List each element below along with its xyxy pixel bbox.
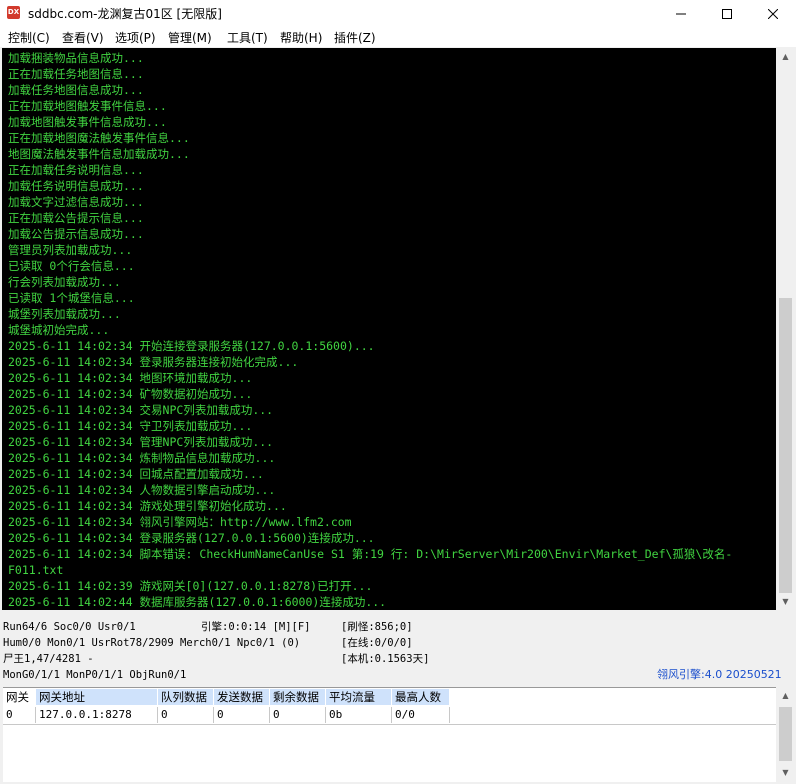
status-boss: 尸王1,47/4281 - xyxy=(3,653,94,665)
log-line: 已读取 1个城堡信息... xyxy=(8,291,135,305)
log-line: F011.txt xyxy=(8,563,64,577)
log-line: 2025-6-11 14:02:34 开始连接登录服务器(127.0.0.1:5… xyxy=(8,339,375,353)
log-line: 地图魔法触发事件信息加载成功... xyxy=(8,147,190,161)
log-scrollbar[interactable]: ▲ ▼ xyxy=(777,48,794,610)
menu-view[interactable]: 查看(V) xyxy=(62,29,104,46)
minimize-icon xyxy=(676,13,686,14)
scroll-down-icon[interactable]: ▼ xyxy=(777,593,794,610)
table-scrollbar[interactable]: ▲ ▼ xyxy=(777,687,794,781)
col-avg-flow[interactable]: 平均流量 xyxy=(326,689,392,705)
status-run: Run64/6 Soc0/0 Usr0/1 xyxy=(3,621,136,633)
log-line: 2025-6-11 14:02:34 矿物数据初始成功... xyxy=(8,387,253,401)
log-line: 加载捆装物品信息成功... xyxy=(8,51,144,65)
minimize-button[interactable] xyxy=(658,0,704,27)
log-line: 2025-6-11 14:02:34 管理NPC列表加载成功... xyxy=(8,435,274,449)
status-uptime: [本机:0.1563天] xyxy=(341,653,430,665)
log-line: 已读取 0个行会信息... xyxy=(8,259,135,273)
menu-options[interactable]: 选项(P) xyxy=(115,29,156,46)
menu-manage[interactable]: 管理(M) xyxy=(168,29,212,46)
cell-max-users: 0/0 xyxy=(392,707,450,723)
maximize-icon xyxy=(722,8,732,19)
cell-queue: 0 xyxy=(158,707,214,723)
log-line: 2025-6-11 14:02:34 登录服务器连接初始化完成... xyxy=(8,355,299,369)
scrollbar-thumb[interactable] xyxy=(779,707,792,761)
log-line: 加载文字过滤信息成功... xyxy=(8,195,144,209)
log-line: 2025-6-11 14:02:34 守卫列表加载成功... xyxy=(8,419,253,433)
app-icon: DX xyxy=(7,6,20,19)
log-line: 正在加载地图触发事件信息... xyxy=(8,99,167,113)
log-line: 加载任务地图信息成功... xyxy=(8,83,144,97)
cell-sent: 0 xyxy=(214,707,270,723)
menu-tools[interactable]: 工具(T) xyxy=(227,29,268,46)
log-line: 管理员列表加载成功... xyxy=(8,243,133,257)
menu-plugins[interactable]: 插件(Z) xyxy=(334,29,376,46)
gate-table: 网关 网关地址 队列数据 发送数据 剩余数据 平均流量 最高人数 0 127.0… xyxy=(3,687,776,782)
cell-gate: 0 xyxy=(3,707,36,723)
log-line: 城堡列表加载成功... xyxy=(8,307,121,321)
log-line: 2025-6-11 14:02:44 数据库服务器(127.0.0.1:6000… xyxy=(8,595,387,609)
close-button[interactable] xyxy=(750,0,796,27)
log-line: 加载公告提示信息成功... xyxy=(8,227,144,241)
col-gate-address[interactable]: 网关地址 xyxy=(36,689,158,705)
log-line: 城堡城初始完成... xyxy=(8,323,110,337)
cell-remaining: 0 xyxy=(270,707,326,723)
log-line: 行会列表加载成功... xyxy=(8,275,121,289)
log-line: 2025-6-11 14:02:34 交易NPC列表加载成功... xyxy=(8,403,274,417)
maximize-button[interactable] xyxy=(704,0,750,27)
log-line: 2025-6-11 14:02:34 炼制物品信息加载成功... xyxy=(8,451,276,465)
log-line: 正在加载任务地图信息... xyxy=(8,67,144,81)
scroll-down-icon[interactable]: ▼ xyxy=(777,764,794,781)
log-line: 2025-6-11 14:02:34 人物数据引擎启动成功... xyxy=(8,483,276,497)
scrollbar-thumb[interactable] xyxy=(779,298,792,593)
log-line: 2025-6-11 14:02:39 游戏网关[0](127.0.0.1:827… xyxy=(8,579,373,593)
log-line: 2025-6-11 14:02:34 地图环境加载成功... xyxy=(8,371,253,385)
log-line: 2025-6-11 14:02:34 回城点配置加载成功... xyxy=(8,467,264,481)
log-line: 2025-6-11 14:02:34 翎风引擎网站：http://www.lfm… xyxy=(8,515,352,529)
log-console[interactable]: 加载捆装物品信息成功... 正在加载任务地图信息... 加载任务地图信息成功... 正… xyxy=(2,48,776,610)
status-spawn: [刷怪:856;0] xyxy=(341,621,413,633)
window-title: sddbc.com-龙渊复古01区 [无限版] xyxy=(28,7,222,21)
col-sent[interactable]: 发送数据 xyxy=(214,689,270,705)
log-line: 2025-6-11 14:02:34 登录服务器(127.0.0.1:5600)… xyxy=(8,531,375,545)
status-online: [在线:0/0/0] xyxy=(341,637,413,649)
log-line: 正在加载任务说明信息... xyxy=(8,163,144,177)
col-remaining[interactable]: 剩余数据 xyxy=(270,689,326,705)
scroll-up-icon[interactable]: ▲ xyxy=(777,48,794,65)
menu-help[interactable]: 帮助(H) xyxy=(280,29,322,46)
log-line: 正在加载公告提示信息... xyxy=(8,211,144,225)
col-queue[interactable]: 队列数据 xyxy=(158,689,214,705)
cell-gate-address: 127.0.0.1:8278 xyxy=(36,707,158,723)
status-hum: Hum0/0 Mon0/1 UsrRot78/2909 Merch0/1 Npc… xyxy=(3,637,301,649)
log-line: 正在加载地图魔法触发事件信息... xyxy=(8,131,190,145)
log-line: 2025-6-11 14:02:34 脚本错误: CheckHumNameCan… xyxy=(8,547,733,561)
menu-bar: 控制(C) 查看(V) 选项(P) 管理(M) 工具(T) 帮助(H) 插件(Z… xyxy=(0,27,796,47)
close-icon xyxy=(768,8,778,19)
engine-version: 翎风引擎:4.0 20250521 xyxy=(657,668,782,681)
title-bar: DX sddbc.com-龙渊复古01区 [无限版] xyxy=(0,0,796,27)
col-max-users[interactable]: 最高人数 xyxy=(392,689,450,705)
log-line: 加载地图触发事件信息成功... xyxy=(8,115,167,129)
menu-control[interactable]: 控制(C) xyxy=(8,29,50,46)
col-gate[interactable]: 网关 xyxy=(3,689,36,705)
status-panel: Run64/6 Soc0/0 Usr0/1 引擎:0:0:14 [M][F] [… xyxy=(0,614,796,686)
log-line: 2025-6-11 14:02:34 游戏处理引擎初始化成功... xyxy=(8,499,287,513)
cell-avg-flow: 0b xyxy=(326,707,392,723)
log-line: 加载任务说明信息成功... xyxy=(8,179,144,193)
row-divider xyxy=(3,724,776,725)
status-engine: 引擎:0:0:14 [M][F] xyxy=(201,621,311,633)
status-mon: MonG0/1/1 MonP0/1/1 ObjRun0/1 xyxy=(3,669,187,681)
scroll-up-icon[interactable]: ▲ xyxy=(777,687,794,704)
